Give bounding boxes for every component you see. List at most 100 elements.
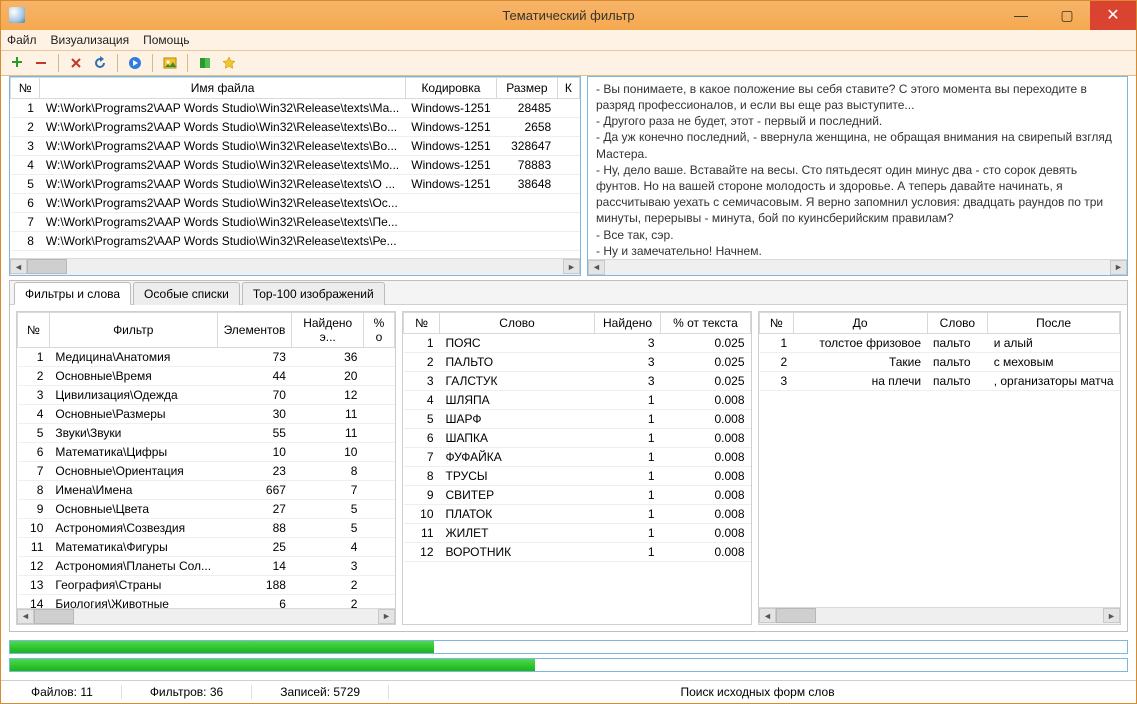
filters-grid[interactable]: № Фильтр Элементов Найдено э... % о 1Мед… [17, 312, 395, 608]
minus-icon [34, 56, 48, 70]
text-preview-panel: - Вы понимаете, в какое положение вы себ… [587, 76, 1128, 276]
table-row[interactable]: 2Основные\Время4420 [18, 366, 395, 385]
table-row[interactable]: 5W:\Work\Programs2\AAP Words Studio\Win3… [11, 174, 580, 193]
table-row[interactable]: 1Медицина\Анатомия7336 [18, 347, 395, 366]
book-button[interactable] [195, 53, 215, 73]
col-found[interactable]: Найдено э... [292, 312, 364, 347]
star-button[interactable] [219, 53, 239, 73]
table-row[interactable]: 6W:\Work\Programs2\AAP Words Studio\Win3… [11, 193, 580, 212]
tab-top100[interactable]: Тор-100 изображений [242, 282, 385, 305]
remove-button[interactable] [31, 53, 51, 73]
separator-icon [58, 54, 59, 72]
play-button[interactable] [125, 53, 145, 73]
table-row[interactable]: 9Основные\Цвета275 [18, 499, 395, 518]
table-row[interactable]: 5ШАРФ10.008 [404, 409, 751, 428]
refresh-button[interactable] [90, 53, 110, 73]
table-row[interactable]: 6Математика\Цифры1010 [18, 442, 395, 461]
table-row[interactable]: 11Математика\Фигуры254 [18, 537, 395, 556]
col-num[interactable]: № [760, 312, 794, 333]
minimize-button[interactable]: — [998, 1, 1044, 30]
files-hscroll[interactable]: ◄ ► [10, 258, 580, 275]
menu-file[interactable]: Файл [7, 33, 37, 47]
table-row[interactable]: 1толстое фризовоепальтои алый [760, 333, 1120, 352]
table-row[interactable]: 3Цивилизация\Одежда7012 [18, 385, 395, 404]
scroll-track[interactable] [34, 609, 378, 624]
tab-filters-words[interactable]: Фильтры и слова [14, 282, 131, 305]
table-row[interactable]: 1ПОЯС30.025 [404, 333, 751, 352]
scroll-left-icon[interactable]: ◄ [588, 260, 605, 275]
scroll-right-icon[interactable]: ► [563, 259, 580, 274]
col-encoding[interactable]: Кодировка [405, 77, 496, 98]
scroll-right-icon[interactable]: ► [378, 609, 395, 624]
window-title: Тематический фильтр [1, 8, 1136, 23]
table-row[interactable]: 7Основные\Ориентация238 [18, 461, 395, 480]
scroll-left-icon[interactable]: ◄ [10, 259, 27, 274]
col-num[interactable]: № [11, 77, 40, 98]
col-after[interactable]: После [988, 312, 1120, 333]
table-row[interactable]: 5Звуки\Звуки5511 [18, 423, 395, 442]
scroll-track[interactable] [605, 260, 1110, 275]
table-row[interactable]: 3W:\Work\Programs2\AAP Words Studio\Win3… [11, 136, 580, 155]
delete-button[interactable] [66, 53, 86, 73]
scroll-right-icon[interactable]: ► [1110, 260, 1127, 275]
tab-special-lists[interactable]: Особые списки [133, 282, 240, 305]
col-word[interactable]: Слово [927, 312, 988, 333]
table-row[interactable]: 12Астрономия\Планеты Сол...143 [18, 556, 395, 575]
scroll-thumb[interactable] [776, 608, 816, 623]
scroll-thumb[interactable] [27, 259, 67, 274]
table-row[interactable]: 14Биология\Животные62 [18, 594, 395, 608]
files-grid[interactable]: № Имя файла Кодировка Размер К 1W:\Work\… [10, 77, 580, 258]
table-row[interactable]: 8W:\Work\Programs2\AAP Words Studio\Win3… [11, 231, 580, 250]
col-size[interactable]: Размер [497, 77, 558, 98]
scroll-left-icon[interactable]: ◄ [17, 609, 34, 624]
col-filter[interactable]: Фильтр [49, 312, 217, 347]
col-extra[interactable]: К [557, 77, 579, 98]
preview-hscroll[interactable]: ◄ ► [588, 259, 1127, 275]
col-pct[interactable]: % от текста [661, 312, 751, 333]
close-button[interactable]: ✕ [1090, 1, 1136, 30]
scroll-right-icon[interactable]: ► [1103, 608, 1120, 623]
table-row[interactable]: 4W:\Work\Programs2\AAP Words Studio\Win3… [11, 155, 580, 174]
table-row[interactable]: 4Основные\Размеры3011 [18, 404, 395, 423]
col-before[interactable]: До [793, 312, 927, 333]
col-num[interactable]: № [18, 312, 50, 347]
col-pct[interactable]: % о [363, 312, 394, 347]
maximize-button[interactable]: ▢ [1044, 1, 1090, 30]
table-row[interactable]: 3ГАЛСТУК30.025 [404, 371, 751, 390]
scroll-track[interactable] [776, 608, 1103, 623]
col-word[interactable]: Слово [440, 312, 595, 333]
table-row[interactable]: 2ПАЛЬТО30.025 [404, 352, 751, 371]
col-elements[interactable]: Элементов [217, 312, 292, 347]
table-row[interactable]: 12ВОРОТНИК10.008 [404, 542, 751, 561]
table-row[interactable]: 6ШАПКА10.008 [404, 428, 751, 447]
menu-visual[interactable]: Визуализация [51, 33, 130, 47]
table-row[interactable]: 7W:\Work\Programs2\AAP Words Studio\Win3… [11, 212, 580, 231]
scroll-track[interactable] [27, 259, 563, 274]
col-filename[interactable]: Имя файла [40, 77, 405, 98]
add-button[interactable] [7, 53, 27, 73]
table-row[interactable]: 11ЖИЛЕТ10.008 [404, 523, 751, 542]
table-row[interactable]: 4ШЛЯПА10.008 [404, 390, 751, 409]
table-row[interactable]: 2W:\Work\Programs2\AAP Words Studio\Win3… [11, 117, 580, 136]
col-num[interactable]: № [404, 312, 440, 333]
context-hscroll[interactable]: ◄ ► [759, 607, 1120, 624]
col-found[interactable]: Найдено [595, 312, 661, 333]
table-row[interactable]: 9СВИТЕР10.008 [404, 485, 751, 504]
context-grid[interactable]: № До Слово После 1толстое фризовоепальто… [759, 312, 1120, 607]
table-row[interactable]: 2Такиепальтос меховым [760, 352, 1120, 371]
text-preview[interactable]: - Вы понимаете, в какое положение вы себ… [588, 77, 1127, 259]
table-row[interactable]: 13География\Страны1882 [18, 575, 395, 594]
words-grid[interactable]: № Слово Найдено % от текста 1ПОЯС30.0252… [403, 312, 751, 624]
table-row[interactable]: 8Имена\Имена6677 [18, 480, 395, 499]
table-row[interactable]: 10Астрономия\Созвездия885 [18, 518, 395, 537]
table-row[interactable]: 3на плечипальто, организаторы матча [760, 371, 1120, 390]
scroll-left-icon[interactable]: ◄ [759, 608, 776, 623]
menu-help[interactable]: Помощь [143, 33, 189, 47]
filters-hscroll[interactable]: ◄ ► [17, 608, 395, 624]
scroll-thumb[interactable] [34, 609, 74, 624]
table-row[interactable]: 7ФУФАЙКА10.008 [404, 447, 751, 466]
table-row[interactable]: 8ТРУСЫ10.008 [404, 466, 751, 485]
table-row[interactable]: 1W:\Work\Programs2\AAP Words Studio\Win3… [11, 98, 580, 117]
image-button[interactable] [160, 53, 180, 73]
table-row[interactable]: 10ПЛАТОК10.008 [404, 504, 751, 523]
